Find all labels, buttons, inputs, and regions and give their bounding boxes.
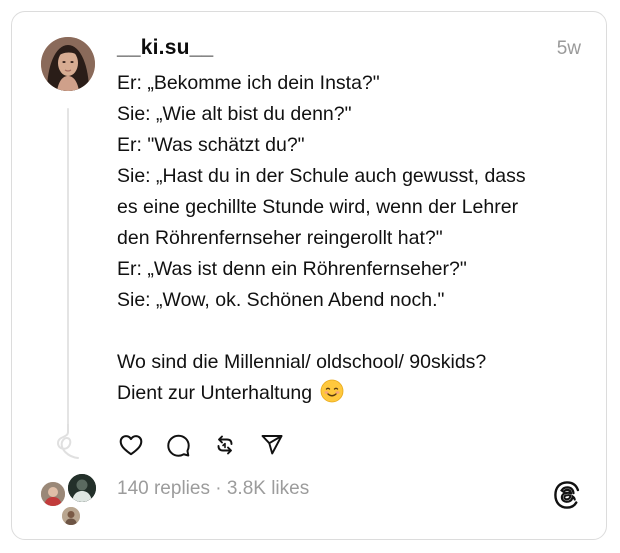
timestamp: 5w <box>556 38 581 59</box>
post-card[interactable]: __ki.su__ 5w Er: „Bekomme ich dein Insta… <box>11 11 607 540</box>
thread-line <box>67 108 69 428</box>
post-line: Er: „Bekomme ich dein Insta?" <box>117 72 380 94</box>
replier-photo <box>62 507 80 525</box>
post-line: Sie: „Hast du in der Schule auch gewusst… <box>117 165 526 187</box>
share-button[interactable] <box>258 431 286 459</box>
thread-curl <box>56 424 79 459</box>
threads-logo-icon[interactable] <box>552 480 582 510</box>
replier-avatar <box>66 472 98 504</box>
avatar[interactable] <box>41 37 95 91</box>
replier-avatar <box>39 480 67 508</box>
replier-photo <box>41 482 65 506</box>
stats-separator: · <box>209 478 227 499</box>
replier-avatar <box>60 505 82 527</box>
post-line-with-emoji: Dient zur Unterhaltung <box>117 378 592 409</box>
replier-photo <box>68 474 96 502</box>
post-line: Sie: „Wow, ok. Schönen Abend noch." <box>117 289 445 311</box>
post-line: es eine gechillte Stunde wird, wenn der … <box>117 196 519 218</box>
post-line-text: Dient zur Unterhaltung <box>117 382 313 404</box>
post-line: Er: „Was ist denn ein Röhrenfernseher?" <box>117 258 467 280</box>
replies-count[interactable]: 140 replies <box>117 478 210 499</box>
comment-icon <box>166 434 190 457</box>
post-line: Sie: „Wie alt bist du denn?" <box>117 103 352 125</box>
post-text: Er: „Bekomme ich dein Insta?" Sie: „Wie … <box>117 68 592 409</box>
reply-button[interactable] <box>164 431 192 459</box>
action-bar <box>117 431 286 459</box>
send-icon <box>261 435 283 455</box>
repost-button[interactable] <box>211 431 239 459</box>
post-line: den Röhrenfernseher reingerollt hat?" <box>117 227 443 249</box>
post-line: Er: "Was schätzt du?" <box>117 134 305 156</box>
username[interactable]: __ki.su__ <box>117 36 213 60</box>
avatar-photo <box>41 37 95 91</box>
likes-count[interactable]: 3.8K likes <box>227 478 309 499</box>
smiling-face-emoji <box>320 379 343 403</box>
post-stats: 140 replies · 3.8K likes <box>117 478 309 500</box>
heart-icon <box>119 435 143 456</box>
replier-avatars[interactable] <box>39 472 99 534</box>
repost-icon <box>217 435 233 455</box>
like-button[interactable] <box>117 431 145 459</box>
post-line: Wo sind die Millennial/ oldschool/ 90ski… <box>117 351 487 373</box>
